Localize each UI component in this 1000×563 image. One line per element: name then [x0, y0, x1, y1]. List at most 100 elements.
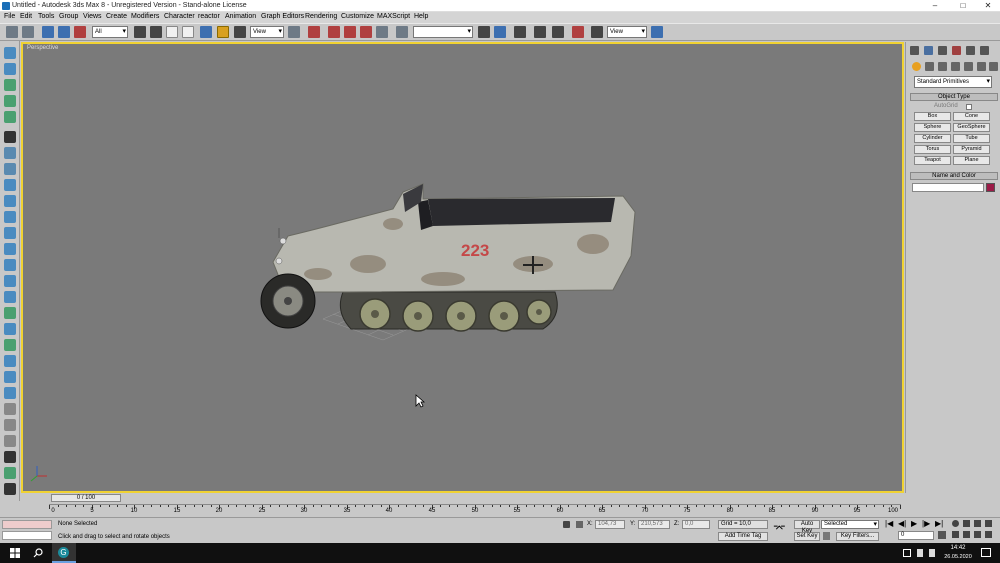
render-scene-icon[interactable]	[591, 26, 603, 38]
utility-icon[interactable]	[4, 483, 16, 495]
motor-icon[interactable]	[4, 179, 16, 191]
menu-graph-editors[interactable]: Graph Editors	[261, 13, 304, 20]
open-property-editor-icon[interactable]	[4, 467, 16, 479]
named-selection-dropdown[interactable]	[413, 26, 473, 38]
viewport-label[interactable]: Perspective	[27, 45, 58, 51]
plane-icon[interactable]	[4, 131, 16, 143]
shapes-icon[interactable]	[925, 62, 934, 71]
zoom-all-icon[interactable]	[963, 520, 970, 527]
display-tab-icon[interactable]	[966, 46, 975, 55]
analyze-world-icon[interactable]	[4, 419, 16, 431]
menu-file[interactable]: File	[4, 13, 15, 20]
select-and-scale-icon[interactable]	[234, 26, 246, 38]
object-type-rollout[interactable]: Object Type	[910, 93, 998, 101]
angular-dashpot-icon[interactable]	[4, 355, 16, 367]
select-and-link-icon[interactable]	[42, 26, 54, 38]
menu-character[interactable]: Character	[164, 13, 195, 20]
object-color-swatch[interactable]	[986, 183, 995, 192]
maxscript-input-mini[interactable]	[2, 531, 52, 540]
unlink-icon[interactable]	[58, 26, 70, 38]
key-icon[interactable]: ⌤	[773, 523, 789, 535]
close-icon[interactable]: ✕	[975, 0, 1000, 12]
space-warps-icon[interactable]	[977, 62, 986, 71]
menu-create[interactable]: Create	[106, 13, 127, 20]
y-coordinate-field[interactable]: 210,573	[638, 520, 670, 529]
layer-manager-icon[interactable]	[514, 26, 526, 38]
menu-maxscript[interactable]: MAXScript	[377, 13, 410, 20]
network-icon[interactable]	[903, 549, 911, 557]
select-and-rotate-icon[interactable]	[217, 26, 229, 38]
minimize-icon[interactable]: –	[922, 0, 948, 12]
wind-icon[interactable]	[4, 195, 16, 207]
plane-button[interactable]: Plane	[953, 156, 990, 165]
bind-space-warp-icon[interactable]	[74, 26, 86, 38]
menu-help[interactable]: Help	[414, 13, 428, 20]
preview-animation-icon[interactable]	[4, 435, 16, 447]
modify-tab-icon[interactable]	[924, 46, 933, 55]
track-bar[interactable]: 0 5 10 15 20 25 30 35 40 45 50 55 60 65 70 75 80 85 90 95 10…	[49, 504, 901, 516]
object-category-dropdown[interactable]: Standard Primitives	[914, 76, 992, 88]
cloth-collection-icon[interactable]	[4, 63, 16, 75]
key-mode-dropdown[interactable]: Selected	[821, 520, 879, 529]
notifications-icon[interactable]	[981, 548, 991, 557]
cylinder-button[interactable]: Cylinder	[914, 134, 951, 143]
menu-edit[interactable]: Edit	[20, 13, 32, 20]
clock-date[interactable]: 26.05.2020	[943, 554, 973, 560]
add-time-tag-button[interactable]: Add Time Tag	[718, 532, 768, 541]
menu-reactor[interactable]: reactor	[198, 13, 220, 20]
select-object-icon[interactable]	[134, 26, 146, 38]
systems-icon[interactable]	[989, 62, 998, 71]
set-key-button[interactable]: Set Key	[794, 532, 820, 541]
pyramid-button[interactable]: Pyramid	[953, 145, 990, 154]
zoom-extents-all-icon[interactable]	[985, 520, 992, 527]
menu-animation[interactable]: Animation	[225, 13, 256, 20]
selection-filter-dropdown[interactable]: All	[92, 26, 128, 38]
go-to-start-icon[interactable]: |◀	[885, 519, 893, 528]
select-by-name-icon[interactable]	[150, 26, 162, 38]
spinner-snap-icon[interactable]	[376, 26, 388, 38]
geometry-icon[interactable]	[912, 62, 921, 71]
undo-icon[interactable]	[6, 26, 18, 38]
create-tab-icon[interactable]	[910, 46, 919, 55]
helpers-icon[interactable]	[964, 62, 973, 71]
select-and-manipulate-icon[interactable]	[308, 26, 320, 38]
z-coordinate-field[interactable]: 0,0	[682, 520, 710, 529]
water-icon[interactable]	[4, 243, 16, 255]
name-and-color-rollout[interactable]: Name and Color	[910, 172, 998, 180]
menu-tools[interactable]: Tools	[38, 13, 54, 20]
clock-time[interactable]: 14:42	[945, 545, 971, 551]
menu-rendering[interactable]: Rendering	[305, 13, 337, 20]
rope-collection-icon[interactable]	[4, 95, 16, 107]
teapot-button[interactable]: Teapot	[914, 156, 951, 165]
point-point-icon[interactable]	[4, 291, 16, 303]
next-frame-icon[interactable]: |▶	[922, 519, 930, 528]
time-slider[interactable]: 0 / 100	[51, 494, 121, 502]
lock-selection-icon[interactable]	[563, 521, 570, 528]
dashpot-icon[interactable]	[4, 163, 16, 175]
constraint-solver-icon[interactable]	[4, 259, 16, 271]
create-animation-icon[interactable]	[4, 451, 16, 463]
menu-customize[interactable]: Customize	[341, 13, 374, 20]
sphere-button[interactable]: Sphere	[914, 123, 951, 132]
curve-editor-icon[interactable]	[534, 26, 546, 38]
torus-button[interactable]: Torus	[914, 145, 951, 154]
deforming-mesh-icon[interactable]	[4, 111, 16, 123]
go-to-end-icon[interactable]: ▶|	[935, 519, 943, 528]
key-filters-button[interactable]: Key Filters...	[836, 532, 879, 541]
car-wheel-icon[interactable]	[4, 323, 16, 335]
spring-icon[interactable]	[4, 147, 16, 159]
arc-rotate-icon[interactable]	[974, 531, 981, 538]
perspective-viewport[interactable]: Perspective 223	[21, 42, 904, 493]
snaps-toggle-icon[interactable]	[328, 26, 340, 38]
quick-render-icon[interactable]	[651, 26, 663, 38]
select-and-move-icon[interactable]	[200, 26, 212, 38]
menu-modifiers[interactable]: Modifiers	[131, 13, 159, 20]
rigid-body-collection-icon[interactable]	[4, 47, 16, 59]
speaker-icon[interactable]	[929, 549, 935, 557]
angle-snap-icon[interactable]	[344, 26, 356, 38]
motion-tab-icon[interactable]	[952, 46, 961, 55]
maximize-viewport-icon[interactable]	[985, 531, 992, 538]
menu-views[interactable]: Views	[83, 13, 102, 20]
percent-snap-icon[interactable]	[360, 26, 372, 38]
edit-named-selection-icon[interactable]	[396, 26, 408, 38]
